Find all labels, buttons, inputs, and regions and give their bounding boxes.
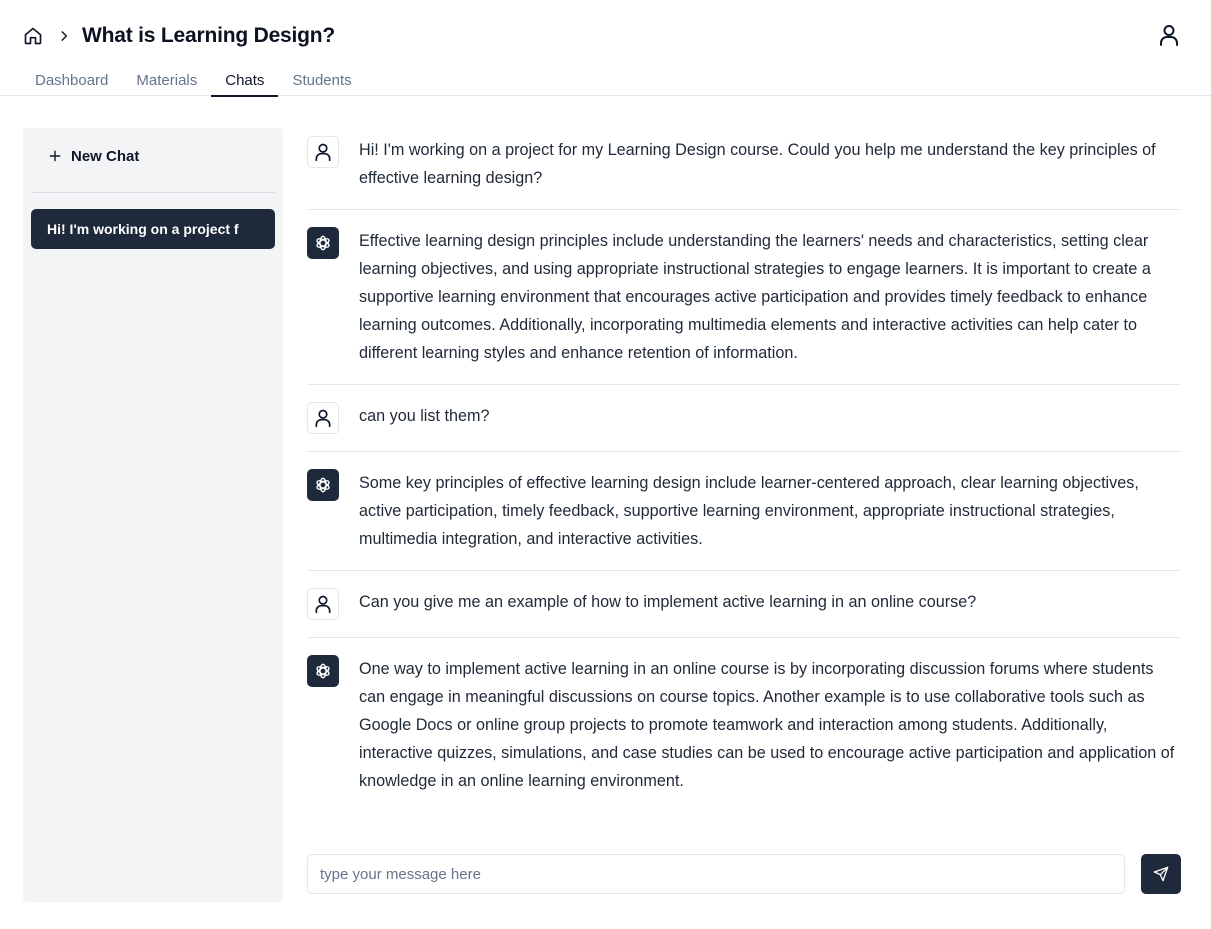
plus-icon <box>47 148 63 164</box>
message-text: One way to implement active learning in … <box>359 660 1175 790</box>
message-user: Hi! I'm working on a project for my Lear… <box>307 128 1181 210</box>
message-text: Can you give me an example of how to imp… <box>359 593 977 611</box>
sidebar-divider <box>31 192 275 193</box>
assistant-avatar <box>307 655 339 687</box>
send-button[interactable] <box>1141 854 1181 894</box>
assistant-avatar <box>307 227 339 259</box>
tab-students[interactable]: Students <box>278 64 365 96</box>
chat-thread: Hi! I'm working on a project for my Lear… <box>307 128 1181 812</box>
new-chat-label: New Chat <box>71 147 140 165</box>
user-avatar <box>307 136 339 168</box>
message-assistant: Some key principles of effective learnin… <box>307 452 1181 571</box>
new-chat-button[interactable]: New Chat <box>47 146 139 166</box>
message-text: Effective learning design principles inc… <box>359 232 1151 362</box>
message-user: Can you give me an example of how to imp… <box>307 571 1181 638</box>
user-icon <box>315 595 331 614</box>
message-text: Hi! I'm working on a project for my Lear… <box>359 141 1156 187</box>
chat-list-item[interactable]: Hi! I'm working on a project f <box>31 209 275 249</box>
message-assistant: One way to implement active learning in … <box>307 638 1181 812</box>
user-avatar <box>307 588 339 620</box>
tab-bar: Dashboard Materials Chats Students <box>21 64 366 97</box>
openai-logo-icon <box>316 235 330 251</box>
message-input[interactable] <box>308 855 1124 893</box>
app-header: What is Learning Design? Dashboard Mater… <box>0 0 1211 97</box>
tab-chats[interactable]: Chats <box>211 64 279 97</box>
tab-materials[interactable]: Materials <box>122 64 211 96</box>
openai-logo-icon <box>316 663 330 679</box>
openai-logo-icon <box>316 477 330 493</box>
user-icon[interactable] <box>1157 23 1181 47</box>
assistant-avatar <box>307 469 339 501</box>
message-text: Some key principles of effective learnin… <box>359 474 1139 548</box>
user-icon <box>315 143 331 162</box>
message-text: can you list them? <box>359 407 490 425</box>
message-assistant: Effective learning design principles inc… <box>307 210 1181 385</box>
page-title: What is Learning Design? <box>82 24 336 47</box>
send-icon <box>1153 866 1169 882</box>
message-user: can you list them? <box>307 385 1181 452</box>
user-avatar <box>307 402 339 434</box>
message-composer <box>307 854 1125 894</box>
chevron-right-icon <box>56 28 72 44</box>
chat-sidebar: New Chat Hi! I'm working on a project f <box>23 128 283 902</box>
user-icon <box>315 409 331 428</box>
home-icon[interactable] <box>22 25 44 47</box>
tab-dashboard[interactable]: Dashboard <box>21 64 122 96</box>
breadcrumb: What is Learning Design? <box>22 22 335 50</box>
